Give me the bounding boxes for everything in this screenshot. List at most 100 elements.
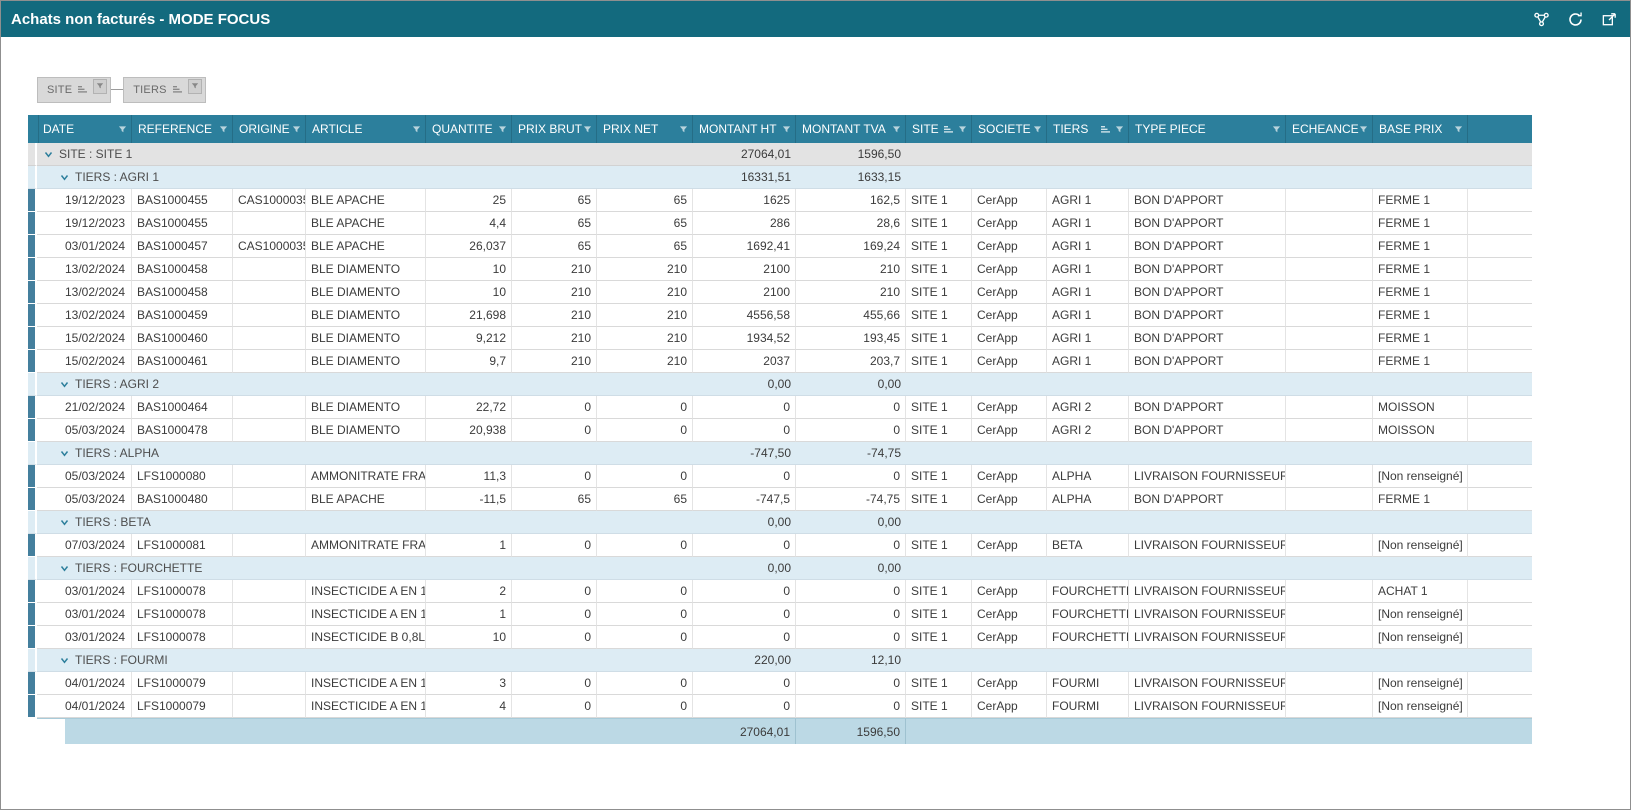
row-indicator[interactable]: [28, 626, 37, 649]
table-row[interactable]: 13/02/2024BAS1000458BLE DIAMENTO10210210…: [28, 258, 1532, 281]
filter-icon[interactable]: [892, 125, 901, 134]
chevron-down-icon[interactable]: [59, 379, 70, 390]
chevron-down-icon[interactable]: [59, 172, 70, 183]
chevron-down-icon[interactable]: [59, 448, 70, 459]
table-row[interactable]: 19/12/2023BAS1000455CAS1000035BLE APACHE…: [28, 189, 1532, 212]
filter-icon[interactable]: [958, 125, 967, 134]
column-header-quantite[interactable]: QUANTITE: [426, 115, 512, 143]
filter-icon[interactable]: [583, 125, 592, 134]
table-row[interactable]: 15/02/2024BAS1000461BLE DIAMENTO9,721021…: [28, 350, 1532, 373]
row-indicator[interactable]: [28, 166, 37, 189]
table-row[interactable]: 15/02/2024BAS1000460BLE DIAMENTO9,212210…: [28, 327, 1532, 350]
row-indicator[interactable]: [28, 603, 37, 626]
table-row[interactable]: 07/03/2024LFS1000081AMMONITRATE FRA10000…: [28, 534, 1532, 557]
column-header-prix_brut[interactable]: PRIX BRUT: [512, 115, 597, 143]
filter-icon[interactable]: [1033, 125, 1042, 134]
group-row[interactable]: TIERS : FOURMI220,0012,10: [28, 649, 1532, 672]
cell-montant_tva: 0: [796, 465, 906, 488]
filter-icon[interactable]: [498, 125, 507, 134]
table-row[interactable]: 03/01/2024LFS1000078INSECTICIDE B 0,8L10…: [28, 626, 1532, 649]
row-indicator[interactable]: [28, 373, 37, 396]
column-header-base_prix[interactable]: BASE PRIX: [1373, 115, 1468, 143]
table-row[interactable]: 04/01/2024LFS1000079INSECTICIDE A EN 130…: [28, 672, 1532, 695]
row-indicator[interactable]: [28, 235, 37, 258]
row-indicator[interactable]: [28, 695, 37, 718]
row-indicator[interactable]: [28, 672, 37, 695]
table-row[interactable]: 03/01/2024BAS1000457CAS1000035BLE APACHE…: [28, 235, 1532, 258]
filter-icon[interactable]: [1454, 125, 1463, 134]
column-header-origine[interactable]: ORIGINE: [233, 115, 306, 143]
filter-icon[interactable]: [93, 79, 107, 94]
column-header-date[interactable]: DATE: [37, 115, 132, 143]
filter-icon[interactable]: [188, 79, 202, 94]
column-header-societe[interactable]: SOCIETE: [972, 115, 1047, 143]
column-header-type_piece[interactable]: TYPE PIECE: [1129, 115, 1286, 143]
row-indicator[interactable]: [28, 419, 37, 442]
filter-icon[interactable]: [679, 125, 688, 134]
row-indicator[interactable]: [28, 557, 37, 580]
table-row[interactable]: 03/01/2024LFS1000078INSECTICIDE A EN 110…: [28, 603, 1532, 626]
filter-icon[interactable]: [1359, 125, 1368, 134]
column-header-tiers[interactable]: TIERS: [1047, 115, 1129, 143]
group-row[interactable]: TIERS : BETA0,000,00: [28, 511, 1532, 534]
row-indicator[interactable]: [28, 488, 37, 511]
group-row[interactable]: TIERS : AGRI 116331,511633,15: [28, 166, 1532, 189]
row-indicator[interactable]: [28, 511, 37, 534]
table-row[interactable]: 05/03/2024LFS1000080AMMONITRATE FRA11,30…: [28, 465, 1532, 488]
chevron-down-icon[interactable]: [59, 563, 70, 574]
row-indicator[interactable]: [28, 281, 37, 304]
row-indicator[interactable]: [28, 212, 37, 235]
row-indicator[interactable]: [28, 327, 37, 350]
row-indicator[interactable]: [28, 304, 37, 327]
row-indicator[interactable]: [28, 649, 37, 672]
row-indicator[interactable]: [28, 396, 37, 419]
row-indicator[interactable]: [28, 442, 37, 465]
chevron-down-icon[interactable]: [59, 517, 70, 528]
column-header-article[interactable]: ARTICLE: [306, 115, 426, 143]
refresh-icon[interactable]: [1566, 10, 1584, 28]
column-header-site[interactable]: SITE: [906, 115, 972, 143]
column-header-reference[interactable]: REFERENCE: [132, 115, 233, 143]
group-label: TIERS : AGRI 2: [37, 373, 693, 396]
chevron-down-icon[interactable]: [59, 655, 70, 666]
cell-base_prix: FERME 1: [1373, 212, 1468, 235]
row-indicator[interactable]: [28, 143, 37, 166]
cell-tiers: AGRI 1: [1047, 189, 1129, 212]
column-header-echeance[interactable]: ECHEANCE: [1286, 115, 1373, 143]
column-header-prix_net[interactable]: PRIX NET: [597, 115, 693, 143]
filter-icon[interactable]: [118, 125, 127, 134]
chevron-down-icon[interactable]: [43, 149, 54, 160]
group-row[interactable]: SITE : SITE 127064,011596,50: [28, 143, 1532, 166]
table-row[interactable]: 05/03/2024BAS1000480BLE APACHE-11,56565-…: [28, 488, 1532, 511]
group-row[interactable]: TIERS : ALPHA-747,50-74,75: [28, 442, 1532, 465]
group-row[interactable]: TIERS : FOURCHETTE0,000,00: [28, 557, 1532, 580]
row-indicator[interactable]: [28, 465, 37, 488]
filter-icon[interactable]: [412, 125, 421, 134]
filter-icon[interactable]: [219, 125, 228, 134]
row-indicator[interactable]: [28, 534, 37, 557]
table-row[interactable]: 21/02/2024BAS1000464BLE DIAMENTO22,72000…: [28, 396, 1532, 419]
export-window-icon[interactable]: [1600, 10, 1618, 28]
column-header-montant_ht[interactable]: MONTANT HT: [693, 115, 796, 143]
table-row[interactable]: 04/01/2024LFS1000079INSECTICIDE A EN 140…: [28, 695, 1532, 718]
group-row-filler: [906, 557, 1532, 580]
filter-icon[interactable]: [1115, 125, 1124, 134]
workflow-icon[interactable]: [1532, 10, 1550, 28]
group-chip-tiers[interactable]: TIERS: [123, 77, 205, 103]
table-row[interactable]: 05/03/2024BAS1000478BLE DIAMENTO20,93800…: [28, 419, 1532, 442]
row-indicator[interactable]: [28, 580, 37, 603]
table-row[interactable]: 03/01/2024LFS1000078INSECTICIDE A EN 120…: [28, 580, 1532, 603]
row-indicator[interactable]: [28, 189, 37, 212]
group-by-panel[interactable]: SITE TIERS: [37, 76, 1630, 103]
table-row[interactable]: 13/02/2024BAS1000459BLE DIAMENTO21,69821…: [28, 304, 1532, 327]
group-chip-site[interactable]: SITE: [37, 77, 111, 103]
column-header-montant_tva[interactable]: MONTANT TVA: [796, 115, 906, 143]
table-row[interactable]: 19/12/2023BAS1000455BLE APACHE4,46565286…: [28, 212, 1532, 235]
filter-icon[interactable]: [1272, 125, 1281, 134]
filter-icon[interactable]: [782, 125, 791, 134]
filter-icon[interactable]: [292, 125, 301, 134]
row-indicator[interactable]: [28, 350, 37, 373]
row-indicator[interactable]: [28, 258, 37, 281]
table-row[interactable]: 13/02/2024BAS1000458BLE DIAMENTO10210210…: [28, 281, 1532, 304]
group-row[interactable]: TIERS : AGRI 20,000,00: [28, 373, 1532, 396]
